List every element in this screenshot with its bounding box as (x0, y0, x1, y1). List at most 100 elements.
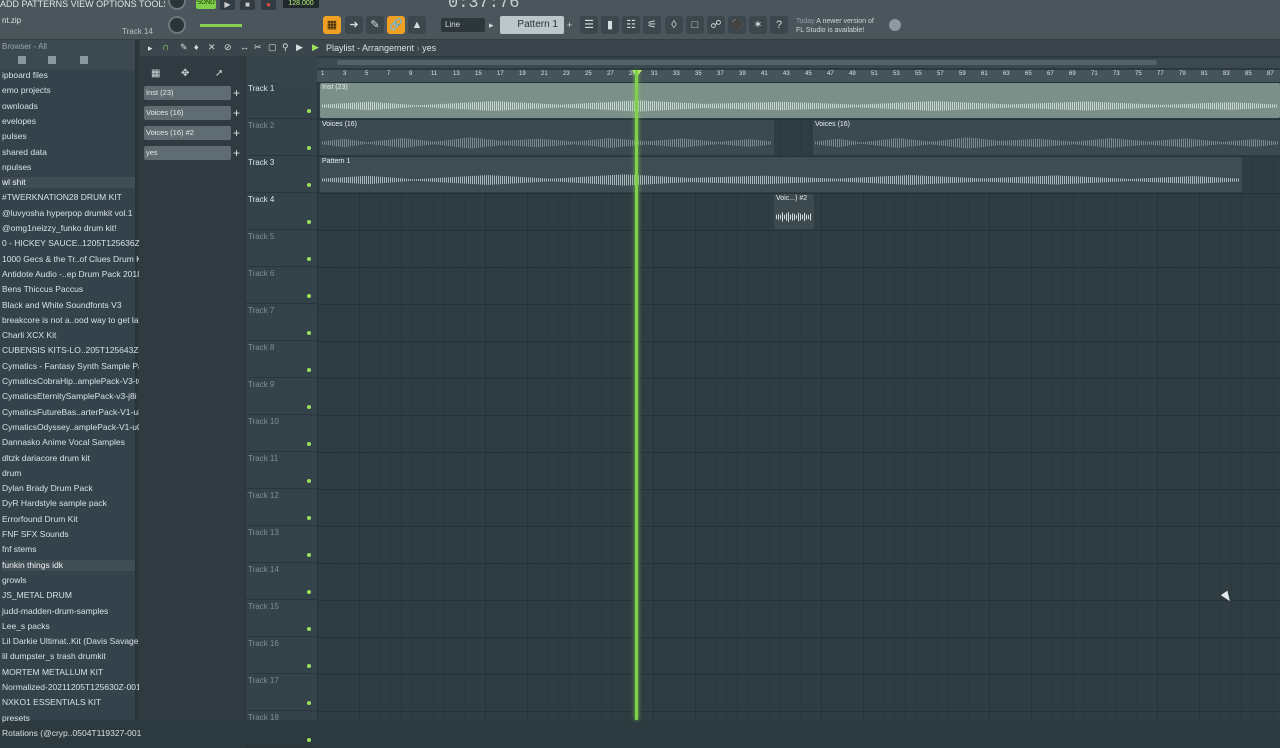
channel-add-icon[interactable]: + (233, 126, 243, 140)
track-header[interactable]: Track 9 (246, 378, 317, 415)
track-mute-led[interactable] (307, 183, 311, 187)
browser-item[interactable]: Bens Thiccus Paccus (2, 284, 83, 295)
stop-button[interactable]: ■ (240, 0, 255, 10)
pattern-prev-icon[interactable]: ▸ (489, 20, 494, 31)
browser-item[interactable]: MORTEM METALLUM KIT (2, 667, 103, 678)
mic-icon[interactable]: ⚫ (728, 16, 746, 34)
track-mute-led[interactable] (307, 590, 311, 594)
picker-link-icon[interactable]: ➚ (215, 68, 223, 79)
track-header[interactable]: Track 2 (246, 119, 317, 156)
browser-item[interactable]: presets (2, 713, 30, 724)
track-mute-led[interactable] (307, 331, 311, 335)
playlist-clip[interactable]: Voices (16) (813, 120, 1280, 155)
arrangement-name[interactable]: yes (422, 43, 436, 53)
horizontal-scrollbar[interactable] (317, 58, 1280, 68)
slip-tool-icon[interactable]: ↔ (240, 42, 249, 52)
playback-tool-icon[interactable]: ▶ (296, 42, 303, 53)
browser-item[interactable]: CUBENSIS KITS-LO..205T125643Z-001 (2, 345, 156, 356)
help-icon[interactable]: ? (770, 16, 788, 34)
browser-item[interactable]: Black and White Soundfonts V3 (2, 300, 122, 311)
pattern-selector[interactable]: Pattern 1 (500, 16, 564, 34)
mute-tool-icon[interactable]: ⊘ (224, 42, 232, 53)
track-mute-led[interactable] (307, 516, 311, 520)
paint-tool-icon[interactable]: ♦ (194, 42, 199, 52)
browser-item[interactable]: Charli XCX Kit (2, 330, 56, 341)
folder-icon[interactable] (18, 56, 26, 64)
snap-select[interactable]: Line (441, 18, 485, 32)
file-icon[interactable] (48, 56, 56, 64)
piano-roll-icon[interactable]: ▮ (601, 16, 619, 34)
track-mute-led[interactable] (307, 368, 311, 372)
news-panel[interactable]: Today A newer version of FL Studio is av… (796, 17, 874, 35)
channel-add-icon[interactable]: + (233, 106, 243, 120)
track-header[interactable]: Track 17 (246, 674, 317, 711)
draw-tool-icon[interactable]: ✎ (180, 42, 188, 53)
timeline-ruler[interactable]: 1 3 5 7 9 11 13 15 17 19 21 23 25 27 29 31 33 35 37 39 41 43 4… (317, 70, 1280, 82)
track-header[interactable]: Track 13 (246, 526, 317, 563)
pattern-add-icon[interactable]: + (567, 20, 572, 30)
channel-rack-icon[interactable]: ☷ (622, 16, 640, 34)
scrollbar-thumb[interactable] (337, 60, 1157, 65)
browser-item[interactable]: FNF SFX Sounds (2, 529, 69, 540)
track-header[interactable]: Track 8 (246, 341, 317, 378)
channel-item[interactable]: Inst (23) (144, 86, 231, 100)
playlist-clip[interactable]: Inst (23) (320, 83, 1280, 118)
track-mute-led[interactable] (307, 294, 311, 298)
browser-item[interactable]: Lee_s packs (2, 621, 50, 632)
record-button[interactable]: ● (261, 0, 276, 10)
plugin-icon[interactable]: ☍ (707, 16, 725, 34)
song-mode-button[interactable]: SONG (196, 0, 216, 9)
browser-item[interactable]: @omg1neizzy_funko drum kit! (2, 223, 116, 234)
magnet-icon[interactable]: ∩ (162, 42, 169, 53)
browser-item[interactable]: Errorfound Drum Kit (2, 514, 78, 525)
browser-item[interactable]: ownloads (2, 101, 38, 112)
globe-icon[interactable] (889, 19, 901, 31)
channel-item[interactable]: Voices (16) (144, 106, 231, 120)
track-mute-led[interactable] (307, 627, 311, 631)
browser-item[interactable]: 0 - HICKEY SAUCE..1205T125636Z-001 (2, 238, 157, 249)
browser-item[interactable]: wl shit (2, 177, 135, 189)
browser-item[interactable]: fnf stems (2, 544, 36, 555)
playlist-grid[interactable]: Inst (23) Voices (16) Voices (16) Pattern 1… (317, 82, 1280, 720)
stamp-icon[interactable]: ▲ (408, 16, 426, 34)
browser-item[interactable]: ipboard files (2, 70, 48, 81)
playlist-icon[interactable]: ☰ (580, 16, 598, 34)
browser-item[interactable]: evelopes (2, 116, 36, 127)
mixer-icon[interactable]: ⚟ (643, 16, 661, 34)
browser-item[interactable]: CymaticsOdyssey..amplePack-V1-u0m (2, 422, 149, 433)
channel-item[interactable]: yes (144, 146, 231, 160)
track-header[interactable]: Track 14 (246, 563, 317, 600)
browser-item[interactable]: 1000 Gecs & the Tr..of Clues Drum Kit (2, 254, 146, 265)
browser-item[interactable]: drum (2, 468, 21, 479)
track-header[interactable]: Track 16 (246, 637, 317, 674)
track-header[interactable]: Track 4 (246, 193, 317, 230)
picker-move-icon[interactable]: ✥ (181, 68, 189, 79)
track-header[interactable]: Track 11 (246, 452, 317, 489)
track-mute-led[interactable] (307, 257, 311, 261)
tools-icon[interactable]: ✶ (749, 16, 767, 34)
track-header[interactable]: Track 5 (246, 230, 317, 267)
browser-item[interactable]: @luvyosha hyperpop drumkit vol.1 (2, 208, 133, 219)
track-mute-led[interactable] (307, 442, 311, 446)
browser-icon[interactable]: ◊ (665, 16, 683, 34)
browser-item[interactable]: CymaticsCobraHip..amplePack-V3-t6c (2, 376, 147, 387)
track-mute-led[interactable] (307, 220, 311, 224)
browser-item[interactable]: funkin things idk (2, 559, 135, 571)
browser-item[interactable]: Lil Darkie Ultimat..Kit (Davis Savage) (2, 636, 141, 647)
browser-item[interactable]: CymaticsFutureBas..arterPack-V1-u3w (2, 407, 149, 418)
picker-pattern-icon[interactable]: ▦ (151, 68, 160, 79)
file-icon[interactable]: □ (686, 16, 704, 34)
tempo-display[interactable]: 128.000 (283, 0, 319, 8)
track-mute-led[interactable] (307, 479, 311, 483)
track-mute-led[interactable] (307, 664, 311, 668)
slice-tool-icon[interactable]: ✂ (254, 42, 262, 53)
link-icon[interactable]: 🔗 (387, 16, 405, 34)
browser-item[interactable]: growls (2, 575, 27, 586)
select-tool-icon[interactable]: ▢ (268, 42, 277, 53)
browser-item[interactable]: JS_METAL DRUM (2, 590, 72, 601)
track-header[interactable]: Track 12 (246, 489, 317, 526)
typing-keyboard-icon[interactable]: ▦ (323, 16, 341, 34)
browser-item[interactable]: Dannasko Anime Vocal Samples (2, 437, 125, 448)
browser-item[interactable]: Normalized-20211205T125630Z-001 (2, 682, 141, 693)
star-icon[interactable] (80, 56, 88, 64)
